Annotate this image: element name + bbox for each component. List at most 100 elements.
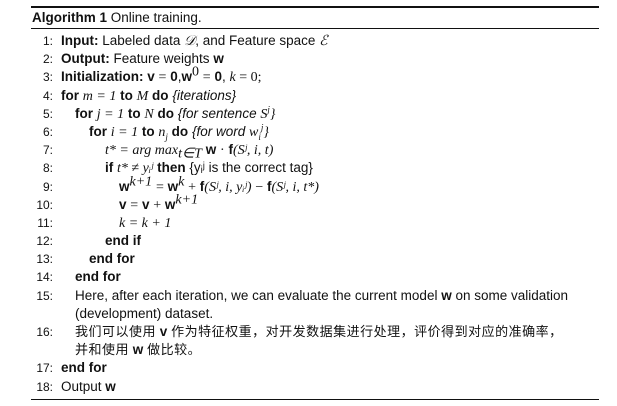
line-text: Here, after each iteration, we can evalu…	[75, 287, 568, 305]
line-number: 6:	[42, 124, 53, 139]
line-15-cont: (development) dataset.	[31, 305, 599, 323]
line-number: 9:	[42, 179, 53, 194]
line-text: k = k + 1	[119, 214, 171, 233]
line-text: t* = arg maxt∈T w · f(Sʲ, i, t)	[105, 142, 274, 162]
line-7: 7: t* = arg maxt∈T w · f(Sʲ, i, t)	[31, 141, 599, 162]
keyword-output: Output:	[61, 51, 110, 67]
line-text: 并和使用 w 做比较。	[75, 341, 201, 360]
line-number: 10:	[36, 197, 53, 212]
vector-w: w	[164, 196, 176, 212]
line-text: for j = 1 to N do {for sentence Sj}	[75, 105, 275, 124]
line-2: 2: Output: Feature weights w	[31, 50, 599, 68]
chinese-text: 我们可以使用	[75, 325, 157, 340]
line-12: 12: end if	[31, 232, 599, 250]
keyword-input: Input:	[61, 33, 99, 48]
line-number: 3:	[42, 70, 53, 85]
line-number: 18:	[36, 379, 53, 394]
math: m = 1	[82, 88, 117, 104]
text: Here, after each iteration, we can evalu…	[75, 287, 438, 303]
line-text: Output: Feature weights w	[61, 50, 224, 68]
caption-title: Online training.	[110, 10, 202, 25]
vector-w: w	[132, 342, 144, 358]
keyword-for: for	[89, 123, 107, 139]
line-8: 8: if t* ≠ yᵢʲ then {yᵢʲ is the correct …	[31, 159, 599, 177]
line-5: 5: for j = 1 to N do {for sentence Sj}	[31, 105, 599, 123]
line-number: 7:	[42, 143, 53, 158]
line-text: v = v + wk+1	[119, 192, 199, 213]
algorithm-caption: Algorithm 1 Online training.	[31, 8, 599, 28]
math-text: = 0;	[235, 70, 262, 86]
line-16: 16: 我们可以使用 v 作为特征权重，对开发数据集进行处理，评价得到对应的准确…	[31, 323, 599, 341]
comment: {iterations}	[172, 87, 237, 103]
vector-w: w	[181, 69, 193, 85]
math: N	[144, 106, 154, 122]
caption-label: Algorithm 1	[32, 10, 108, 25]
keyword-if: if	[105, 160, 114, 176]
line-number: 16:	[36, 325, 53, 339]
line-text: Output w	[61, 378, 116, 396]
keyword-to: to	[141, 123, 155, 139]
text: (development) dataset.	[75, 305, 214, 321]
math: k = k + 1	[119, 215, 172, 231]
line-3: 3: Initialization: v = 0,w0 = 0, k = 0;	[31, 64, 599, 86]
keyword-end-for: end for	[89, 251, 135, 267]
vector-v: v	[147, 69, 155, 85]
vector-w: w	[119, 178, 130, 194]
line-number: 14:	[36, 270, 53, 285]
comment: {for word	[191, 123, 246, 139]
line-10: 10: v = v + wk+1	[31, 192, 599, 214]
line-text: Initialization: v = 0,w0 = 0, k = 0;	[61, 64, 262, 86]
math: (Sʲ, i, t)	[232, 143, 274, 159]
comment: {yᵢʲ is the correct tag}	[189, 160, 313, 176]
keyword-initialization: Initialization:	[61, 69, 144, 85]
keyword-for: for	[61, 87, 79, 103]
chinese-text: 作为特征权重，对开发数据集进行处理，评价得到对应的准确率，	[171, 325, 563, 340]
line-text: Input: Labeled data 𝒟, and Feature space…	[61, 32, 328, 51]
line-number: 15:	[36, 288, 53, 303]
vector-v: v	[159, 324, 168, 339]
line-number: 17:	[36, 361, 53, 376]
math: nj	[158, 124, 168, 142]
math-sup: k+1	[175, 192, 199, 208]
line-17: 17: end for	[31, 359, 599, 377]
line-number: 2:	[42, 52, 53, 67]
line-text: 我们可以使用 v 作为特征权重，对开发数据集进行处理，评价得到对应的准确率，	[75, 323, 563, 342]
math-E: ℰ	[319, 34, 328, 49]
line-number: 4:	[42, 88, 53, 103]
line-text: for i = 1 to nj do {for word wij}	[89, 123, 269, 142]
math: (Sʲ, i, yᵢʲ)	[204, 179, 252, 195]
vector-w: w	[441, 287, 452, 303]
vector-w: w	[205, 142, 217, 158]
math: Sj}	[260, 104, 276, 122]
math-sup: k+1	[129, 174, 153, 189]
vector-w: w	[105, 378, 116, 394]
keyword-do: do	[157, 105, 175, 121]
keyword-do: do	[152, 87, 169, 103]
math: wij}	[248, 122, 269, 142]
vector-v: v	[119, 196, 127, 212]
bottom-rule	[31, 398, 599, 400]
text: , and Feature space	[195, 33, 316, 48]
line-number: 5:	[42, 106, 53, 121]
keyword-to: to	[120, 87, 133, 103]
math-D: 𝒟	[184, 34, 196, 49]
comment: {for sentence	[177, 105, 257, 121]
line-1: 1: Input: Labeled data 𝒟, and Feature sp…	[31, 32, 599, 50]
line-number: 13:	[36, 252, 53, 267]
algorithm-lines: 1: Input: Labeled data 𝒟, and Feature sp…	[31, 29, 599, 396]
math: j = 1	[96, 106, 125, 122]
line-18: 18: Output w	[31, 378, 599, 396]
text: Labeled data	[102, 33, 181, 48]
line-13: 13: end for	[31, 250, 599, 268]
zero: 0	[214, 69, 222, 85]
math: M	[136, 88, 149, 104]
math: t* = arg max	[105, 143, 179, 159]
line-text: wk+1 = wk + f(Sʲ, i, yᵢʲ) − f(Sʲ, i, t*)	[119, 174, 319, 195]
math: i = 1	[110, 124, 139, 140]
line-9: 9: wk+1 = wk + f(Sʲ, i, yᵢʲ) − f(Sʲ, i, …	[31, 174, 599, 196]
chinese-text: 并和使用	[75, 343, 130, 359]
line-15: 15: Here, after each iteration, we can e…	[31, 287, 599, 305]
line-number: 12:	[36, 234, 53, 249]
text: on some validation	[455, 287, 569, 303]
vector-w: w	[213, 51, 224, 67]
